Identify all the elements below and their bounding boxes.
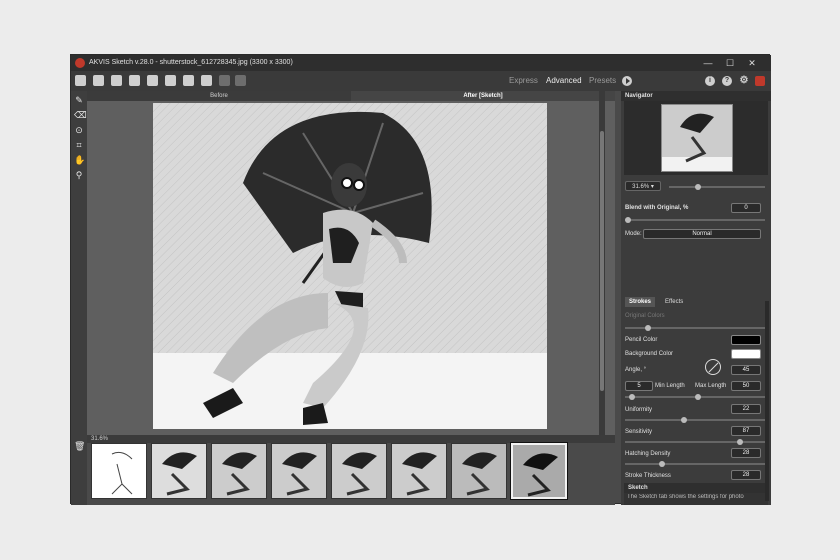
main-toolbar: Express Advanced Presets i ? ⚙ [71,71,771,91]
close-button[interactable]: ✕ [743,55,761,71]
save-icon[interactable] [93,75,104,86]
param-label: Stroke Thickness [625,473,671,479]
tab-effects[interactable]: Effects [661,297,687,307]
share-icon[interactable] [165,75,176,86]
panel-scrollbar[interactable] [765,301,769,501]
canvas-area: Before After [Sketch] [87,91,615,435]
tools-panel: ✎ ⌫ ⊙ ⌗ ✋ ⚲ 🗑 [71,91,87,505]
background-color-swatch[interactable] [731,349,761,359]
description-box: Sketch The Sketch tab shows the settings… [624,483,768,505]
history-thumb-selected[interactable] [510,442,568,500]
param-label: Hatching Density [625,451,671,457]
original-colors-slider[interactable] [625,325,765,331]
mode-label: Mode: [625,231,642,237]
window-title: AKVIS Sketch v.28.0 - shutterstock_61272… [89,59,293,66]
canvas-scrollbar[interactable] [599,91,605,435]
redo-icon[interactable] [235,75,246,86]
history-thumb[interactable] [271,443,327,499]
settings-icon[interactable]: ⚙ [739,76,749,86]
max-length-value[interactable]: 50 [731,381,761,391]
title-bar: AKVIS Sketch v.28.0 - shutterstock_61272… [71,55,771,71]
hatching-density-slider[interactable] [625,461,765,467]
param-value[interactable]: 28 [731,470,761,480]
param-value[interactable]: 28 [731,448,761,458]
settings-panel: Navigator 31.6% ▾ Blend with Original, %… [621,91,771,505]
trash-icon[interactable]: 🗑 [74,441,85,451]
history-thumb[interactable] [211,443,267,499]
history-thumb[interactable] [451,443,507,499]
min-length-value[interactable]: 5 [625,381,653,391]
description-text: The Sketch tab shows the settings for ph… [627,494,744,500]
navigator[interactable] [624,101,768,175]
mode-presets[interactable]: Presets [589,74,616,88]
angle-label: Angle, ° [625,367,647,373]
akvis-logo-icon[interactable] [755,76,765,86]
brush-icon[interactable]: ✎ [74,95,84,105]
tab-before[interactable]: Before [87,91,351,101]
history-thumb[interactable] [331,443,387,499]
tab-after[interactable]: After [Sketch] [351,91,615,101]
maximize-button[interactable]: ☐ [721,55,739,71]
app-window: AKVIS Sketch v.28.0 - shutterstock_61272… [70,54,771,505]
mode-advanced[interactable]: Advanced [546,74,582,88]
save-as-icon[interactable] [111,75,122,86]
history-filmstrip [87,442,615,505]
crop-icon[interactable]: ⌗ [74,140,84,150]
mode-express[interactable]: Express [509,74,538,88]
app-logo-icon [75,58,85,68]
background-color-label: Background Color [625,351,674,357]
sensitivity-slider[interactable] [625,439,765,445]
view-tabs: Before After [Sketch] [87,91,615,101]
param-label: Uniformity [625,407,653,413]
eraser-icon[interactable]: ⌫ [74,110,87,120]
print-icon[interactable] [129,75,140,86]
min-length-label: Min Length [655,383,685,389]
tab-strokes[interactable]: Strokes [625,297,656,307]
zoom-select[interactable]: 31.6% ▾ [625,181,661,191]
preferences-icon[interactable] [201,75,212,86]
angle-value[interactable]: 45 [731,365,761,375]
history-thumb[interactable] [91,443,147,499]
batch-icon[interactable] [147,75,158,86]
blend-label: Blend with Original, % [625,205,689,211]
zoom-slider[interactable] [669,184,765,190]
stamp-icon[interactable]: ⊙ [74,125,84,135]
run-play-icon[interactable] [622,76,632,86]
open-icon[interactable] [75,75,86,86]
uniformity-slider[interactable] [625,417,765,423]
blend-slider[interactable] [625,217,765,223]
mode-select[interactable]: Normal [643,229,761,239]
history-thumb[interactable] [391,443,447,499]
zoom-value: 31.6% [91,436,109,442]
info-icon[interactable]: i [705,76,715,86]
param-label: Sensitivity [625,429,653,435]
navigator-preview[interactable] [661,104,733,172]
sketch-image[interactable] [153,103,547,429]
angle-dial[interactable] [705,359,721,375]
zoom-icon[interactable]: ⚲ [74,170,84,180]
pencil-color-swatch[interactable] [731,335,761,345]
description-title: Sketch [624,483,768,493]
pencil-color-label: Pencil Color [625,337,658,343]
original-colors-label: Original Colors [625,313,665,319]
undo-icon[interactable] [219,75,230,86]
hand-icon[interactable]: ✋ [74,155,85,165]
max-length-label: Max Length [695,383,727,389]
param-value[interactable]: 22 [731,404,761,414]
length-range-slider[interactable] [625,394,765,400]
minimize-button[interactable]: — [699,55,717,71]
zoom-indicator: 31.6% [87,435,615,443]
help-icon[interactable]: ? [722,76,732,86]
blend-value[interactable]: 0 [731,203,761,213]
param-value[interactable]: 87 [731,426,761,436]
navigator-header: Navigator [621,91,771,101]
history-thumb[interactable] [151,443,207,499]
plugin-icon[interactable] [183,75,194,86]
